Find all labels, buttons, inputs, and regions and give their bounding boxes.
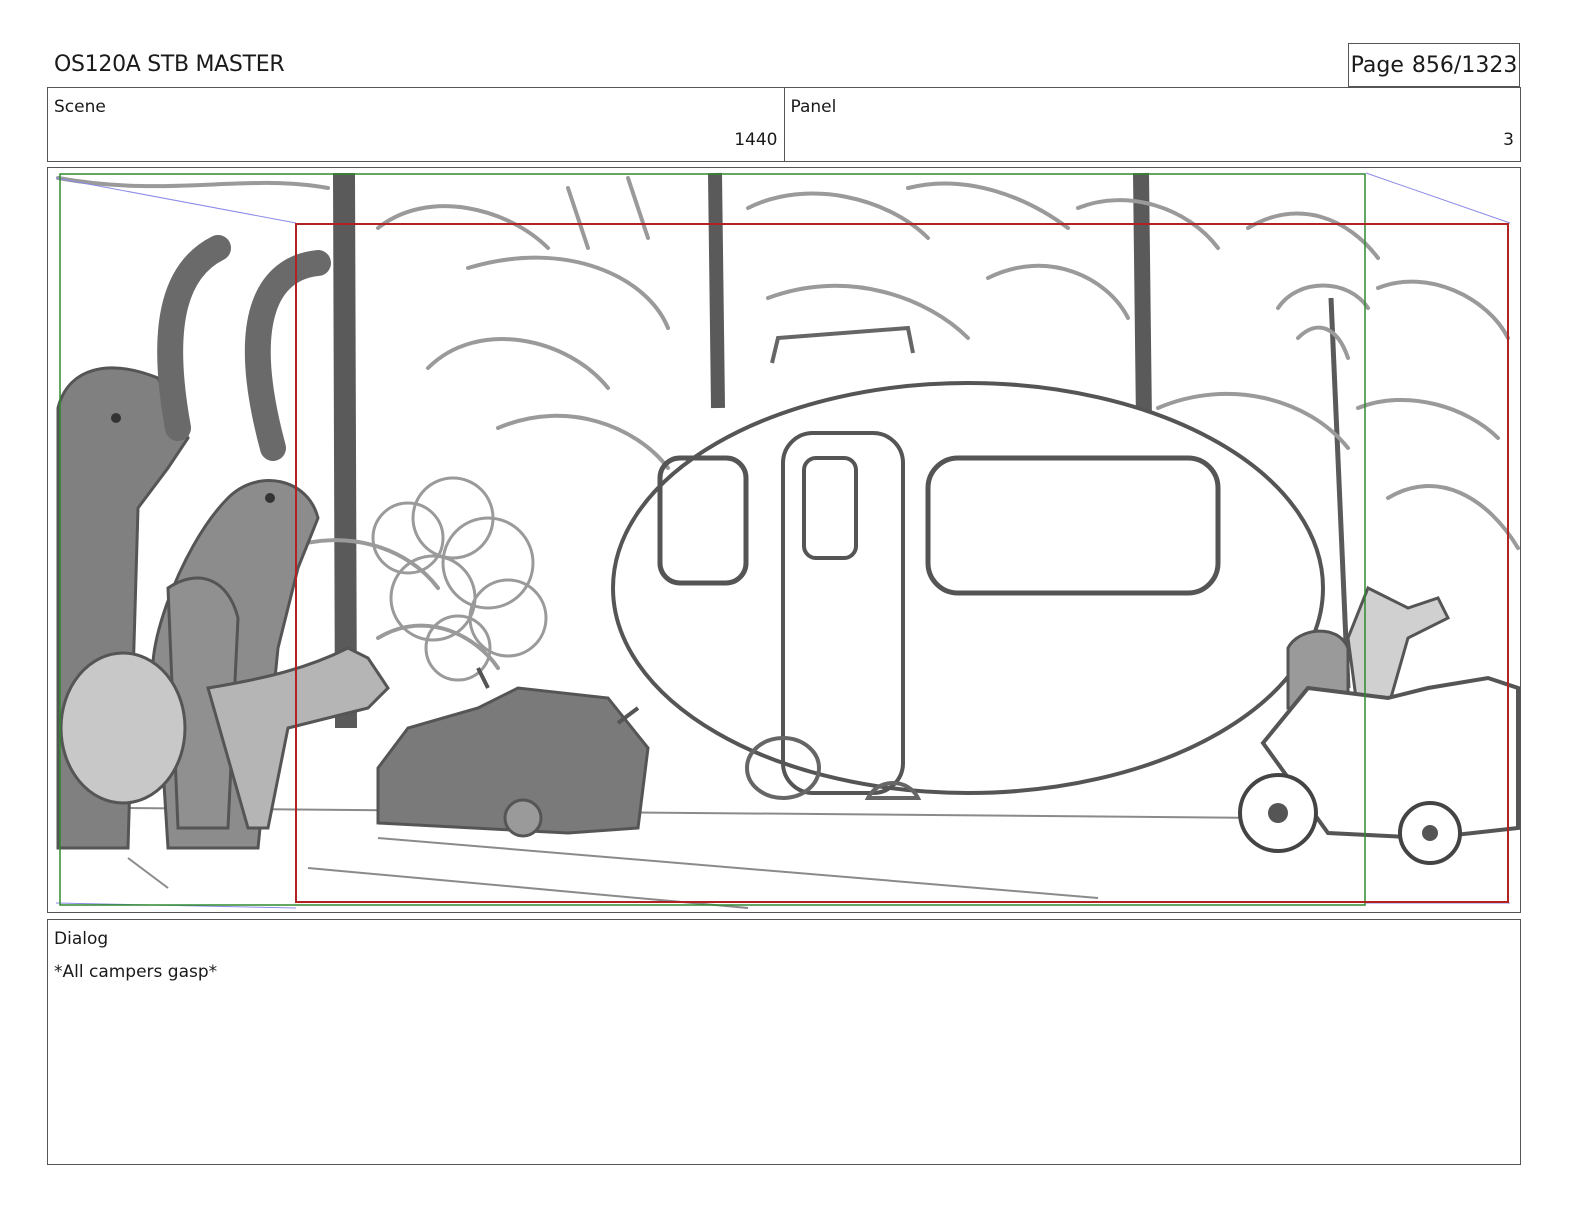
document-title: OS120A STB MASTER [54, 52, 285, 77]
scene-value: 1440 [734, 130, 778, 150]
panel-value: 3 [1503, 130, 1514, 150]
dialog-text: *All campers gasp* [54, 962, 218, 982]
page-label: Page [1350, 52, 1404, 78]
ground-lines [127, 807, 1269, 909]
scene-label: Scene [54, 97, 106, 117]
panel-label: Panel [790, 97, 837, 117]
smoke-cloud [371, 476, 548, 682]
storyboard-panel [47, 167, 1521, 913]
panel-cell: Panel 3 [783, 88, 1521, 161]
page-indicator: Page 856/1323 [1348, 43, 1520, 87]
page-number: 856/1323 [1411, 52, 1518, 78]
dialog-label: Dialog [54, 929, 109, 949]
wrecked-kart [376, 667, 650, 838]
scene-cell: Scene 1440 [48, 88, 784, 161]
storyboard-sketch [55, 172, 1520, 909]
dialog-box: Dialog *All campers gasp* [47, 919, 1521, 1165]
scene-panel-info: Scene 1440 Panel 3 [47, 87, 1521, 162]
